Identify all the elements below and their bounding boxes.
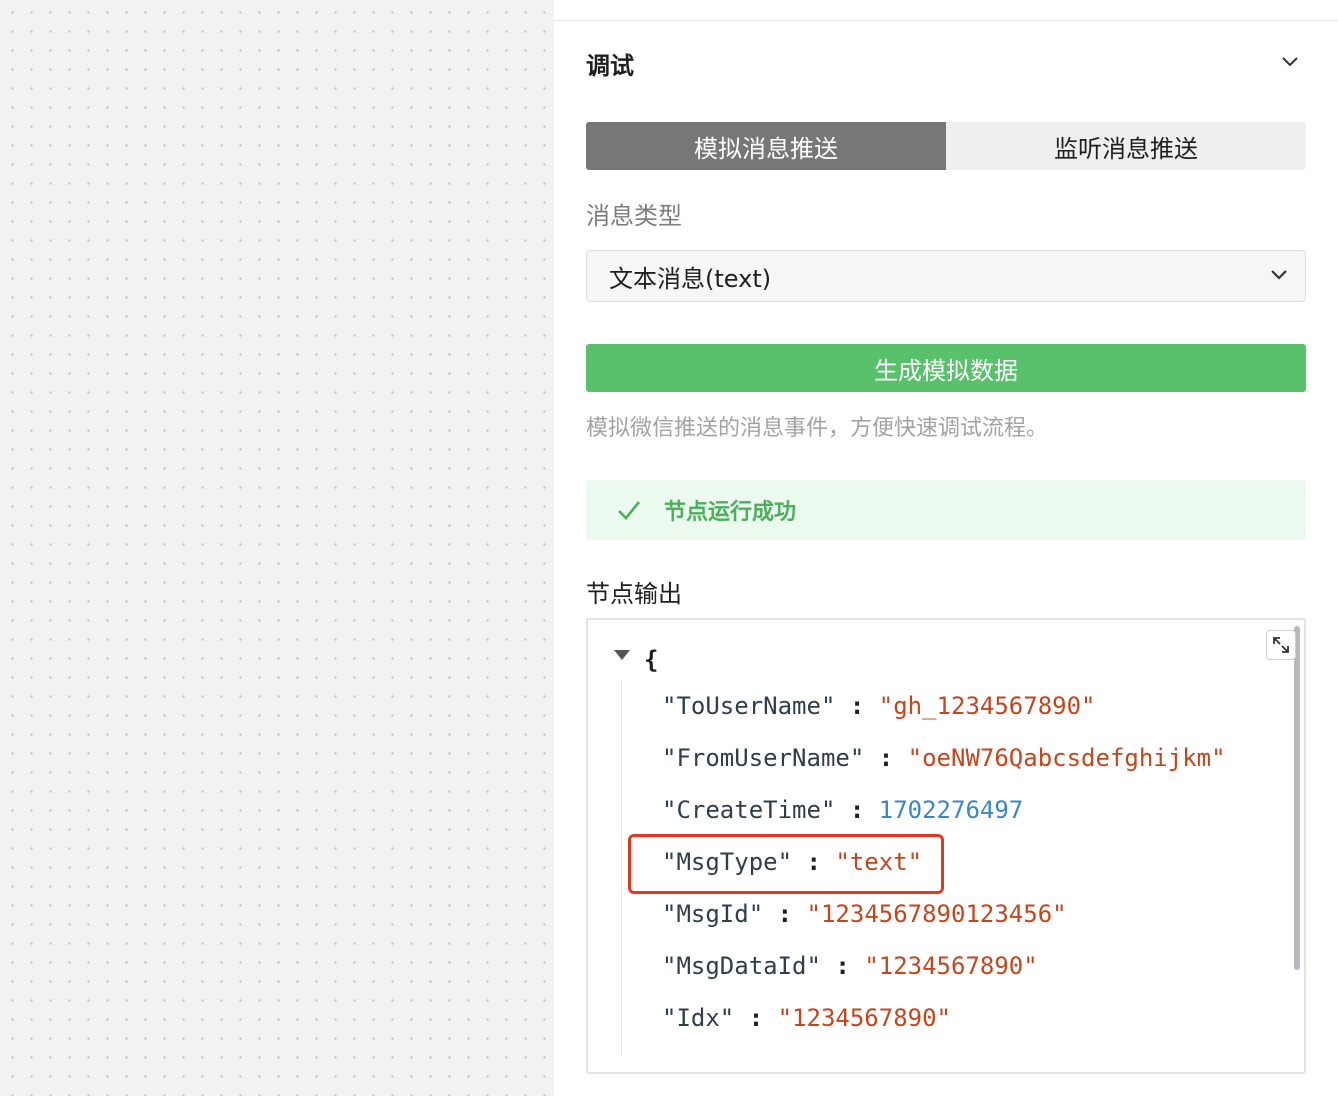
indent-guide bbox=[621, 680, 622, 1056]
chevron-down-icon bbox=[1271, 270, 1287, 280]
expand-arrows-icon bbox=[1273, 637, 1289, 653]
json-value: "gh_1234567890" bbox=[878, 692, 1096, 720]
json-value: 1702276497 bbox=[878, 796, 1024, 824]
expand-button[interactable] bbox=[1266, 630, 1296, 660]
json-key: "MsgDataId" bbox=[662, 952, 821, 980]
message-type-label: 消息类型 bbox=[586, 202, 682, 230]
scrollbar[interactable] bbox=[1294, 626, 1300, 970]
chevron-down-icon bbox=[1282, 57, 1298, 67]
status-text: 节点运行成功 bbox=[664, 500, 797, 525]
json-entry: "CreateTime" : 1702276497 bbox=[662, 792, 1023, 828]
tab-simulate-push[interactable]: 模拟消息推送 bbox=[586, 122, 946, 170]
hint-text: 模拟微信推送的消息事件，方便快速调试流程。 bbox=[586, 416, 1049, 441]
caret-down-icon[interactable] bbox=[612, 648, 632, 662]
check-icon bbox=[618, 501, 641, 520]
json-entry: "Idx" : "1234567890" bbox=[662, 1000, 951, 1036]
json-value: "1234567890" bbox=[864, 952, 1038, 980]
json-key: "CreateTime" bbox=[662, 796, 836, 824]
tab-listen-push[interactable]: 监听消息推送 bbox=[946, 122, 1306, 170]
panel-divider bbox=[554, 20, 1338, 21]
generate-mock-data-button[interactable]: 生成模拟数据 bbox=[586, 344, 1306, 392]
message-type-select[interactable]: 文本消息(text) bbox=[586, 250, 1306, 302]
json-key: "FromUserName" bbox=[662, 744, 865, 772]
json-colon: : bbox=[835, 952, 865, 980]
json-entry: "FromUserName" : "oeNW76Qabcsdefghijkm" bbox=[662, 740, 1226, 776]
json-colon: : bbox=[748, 1004, 778, 1032]
json-colon: : bbox=[777, 900, 807, 928]
json-colon: : bbox=[849, 796, 879, 824]
json-value: "1234567890" bbox=[777, 1004, 951, 1032]
json-colon: : bbox=[878, 744, 908, 772]
collapse-button[interactable] bbox=[1276, 48, 1304, 76]
success-banner: 节点运行成功 bbox=[586, 480, 1306, 540]
debug-panel: 调试 模拟消息推送 监听消息推送 消息类型 文本消息(text) 生成模拟数据 … bbox=[554, 0, 1338, 1096]
highlight-annotation bbox=[628, 834, 944, 894]
json-entry: "MsgDataId" : "1234567890" bbox=[662, 948, 1038, 984]
section-title: 调试 bbox=[586, 52, 634, 80]
workflow-canvas[interactable] bbox=[0, 0, 554, 1096]
json-entry: "MsgId" : "1234567890123456" bbox=[662, 896, 1067, 932]
json-key: "ToUserName" bbox=[662, 692, 836, 720]
json-key: "MsgId" bbox=[662, 900, 764, 928]
message-type-value: 文本消息(text) bbox=[609, 264, 772, 293]
output-label: 节点输出 bbox=[586, 580, 682, 608]
json-key: "Idx" bbox=[662, 1004, 735, 1032]
json-viewer[interactable]: { "ToUserName" : "gh_1234567890" "FromUs… bbox=[586, 618, 1306, 1074]
json-entry: "ToUserName" : "gh_1234567890" bbox=[662, 688, 1096, 724]
json-value: "1234567890123456" bbox=[806, 900, 1067, 928]
json-colon: : bbox=[849, 692, 879, 720]
json-open-brace: { bbox=[644, 646, 659, 674]
json-value: "oeNW76Qabcsdefghijkm" bbox=[907, 744, 1226, 772]
mode-segmented-control: 模拟消息推送 监听消息推送 bbox=[586, 122, 1306, 170]
